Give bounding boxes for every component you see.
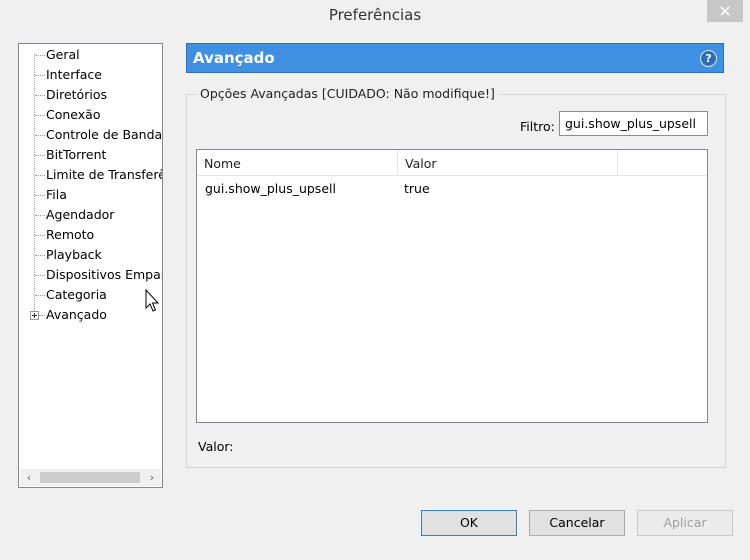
filter-input[interactable] [559, 111, 708, 136]
tree-item-label: Categoria [46, 287, 107, 302]
column-header-label: Nome [204, 156, 241, 171]
tree-item-label: Limite de Transferên [46, 167, 163, 182]
expand-plus-icon[interactable] [30, 311, 39, 320]
tree-item-avancado[interactable]: Avançado [19, 305, 162, 325]
row-name: gui.show_plus_upsell [205, 181, 336, 196]
tree-item-agendador[interactable]: Agendador [19, 205, 162, 225]
column-header-empty [618, 150, 707, 176]
section-title: Avançado [193, 49, 275, 67]
tree-item-label: Fila [46, 187, 67, 202]
tree-item-label: Playback [46, 247, 102, 262]
column-header-label: Valor [405, 156, 437, 171]
apply-button[interactable]: Aplicar [637, 510, 733, 536]
tree-item-playback[interactable]: Playback [19, 245, 162, 265]
tree-item-limite-de-transferencia[interactable]: Limite de Transferên [19, 165, 163, 185]
scroll-left-icon[interactable]: ‹ [21, 470, 37, 485]
group-title: Opções Avançadas [CUIDADO: Não modifique… [196, 86, 499, 101]
tree-item-label: Interface [46, 67, 102, 82]
tree-item-diretorios[interactable]: Diretórios [19, 85, 162, 105]
filter-label: Filtro: [520, 119, 555, 134]
value-label: Valor: [198, 439, 234, 454]
column-header-valor[interactable]: Valor [398, 150, 618, 176]
tree-item-remoto[interactable]: Remoto [19, 225, 162, 245]
help-icon[interactable]: ? [700, 50, 717, 67]
tree-item-conexao[interactable]: Conexão [19, 105, 162, 125]
cancel-button[interactable]: Cancelar [529, 510, 625, 536]
tree-item-label: Avançado [46, 307, 107, 322]
close-button[interactable] [707, 0, 743, 22]
tree-item-dispositivos-emparelhados[interactable]: Dispositivos Empare [19, 265, 163, 285]
row-value: true [404, 181, 430, 196]
tree-item-label: Agendador [46, 207, 115, 222]
tree-item-label: Controle de Banda [46, 127, 163, 142]
close-icon [720, 6, 730, 16]
tree-item-categoria[interactable]: Categoria [19, 285, 162, 305]
tree-item-label: BitTorrent [46, 147, 107, 162]
horizontal-scrollbar[interactable]: ‹ › [20, 469, 161, 486]
scroll-right-icon[interactable]: › [144, 470, 160, 485]
tree-item-label: Remoto [46, 227, 95, 242]
scrollbar-thumb[interactable] [40, 472, 140, 483]
category-tree[interactable]: Geral Interface Diretórios Conexão Contr… [18, 43, 163, 488]
tree-item-label: Dispositivos Empare [46, 267, 163, 282]
tree-item-fila[interactable]: Fila [19, 185, 162, 205]
tree-item-interface[interactable]: Interface [19, 65, 162, 85]
tree-item-label: Diretórios [46, 87, 107, 102]
title-bar: Preferências [0, 0, 750, 34]
settings-list[interactable]: Nome Valor gui.show_plus_upsell true [196, 149, 708, 423]
tree-item-bittorrent[interactable]: BitTorrent [19, 145, 162, 165]
tree-item-geral[interactable]: Geral [19, 45, 162, 65]
column-header-nome[interactable]: Nome [197, 150, 398, 176]
tree-item-controle-de-banda[interactable]: Controle de Banda [19, 125, 163, 145]
tree-item-label: Conexão [46, 107, 101, 122]
ok-button[interactable]: OK [421, 510, 517, 536]
mouse-cursor-icon [145, 289, 160, 312]
tree-item-label: Geral [46, 47, 80, 62]
section-header: Avançado ? [186, 43, 724, 73]
window-title: Preferências [328, 6, 422, 24]
